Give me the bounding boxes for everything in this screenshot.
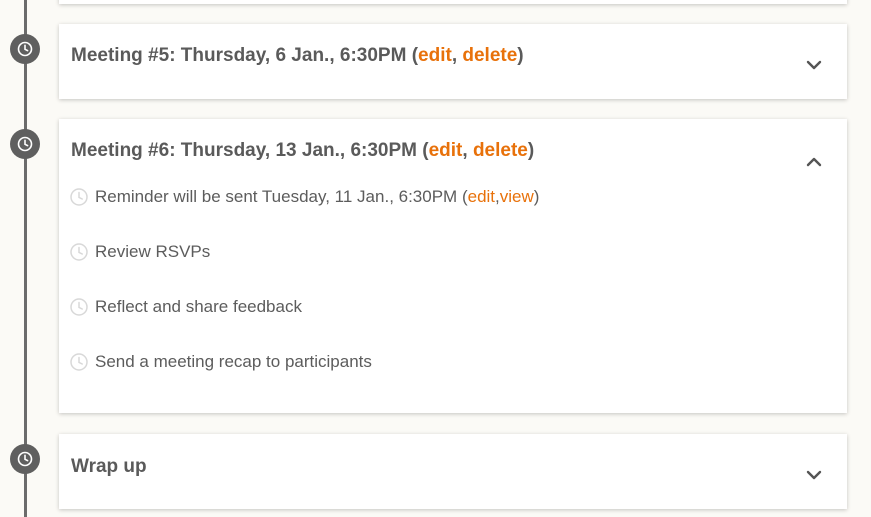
delete-link[interactable]: delete — [462, 45, 517, 66]
task-item-review-rsvps: Review RSVPs — [70, 242, 211, 262]
separator: , — [462, 140, 473, 161]
meeting-title: Meeting #5: Thursday, 6 Jan., 6:30PM (ed… — [71, 45, 524, 67]
meeting-title-text: Meeting #6: Thursday, 13 Jan., 6:30PM ( — [71, 140, 429, 161]
task-text: Reminder will be sent Tuesday, 11 Jan., … — [95, 187, 468, 206]
chevron-down-icon[interactable] — [805, 466, 823, 484]
timeline-line — [24, 0, 27, 517]
clock-icon — [70, 243, 88, 261]
paren-close: ) — [517, 45, 524, 66]
edit-link[interactable]: edit — [418, 45, 452, 66]
task-text: Review RSVPs — [95, 242, 211, 261]
edit-link[interactable]: edit — [429, 140, 463, 161]
clock-icon — [10, 129, 40, 159]
meeting-title-text: Meeting #5: Thursday, 6 Jan., 6:30PM ( — [71, 45, 419, 66]
clock-icon — [10, 34, 40, 64]
wrap-up-card[interactable]: Wrap up — [59, 434, 847, 509]
edit-link[interactable]: edit — [468, 187, 495, 207]
clock-icon — [70, 298, 88, 316]
meeting-card-6[interactable]: Meeting #6: Thursday, 13 Jan., 6:30PM (e… — [59, 119, 847, 413]
delete-link[interactable]: delete — [473, 140, 528, 161]
task-item-feedback: Reflect and share feedback — [70, 297, 302, 317]
task-item-recap: Send a meeting recap to participants — [70, 352, 372, 372]
view-link[interactable]: view — [500, 187, 534, 207]
separator: , — [451, 45, 463, 66]
clock-icon — [70, 353, 88, 371]
task-text: Send a meeting recap to participants — [95, 352, 372, 371]
wrap-up-title: Wrap up — [71, 456, 147, 477]
paren-close: ) — [527, 140, 535, 161]
meeting-card-5[interactable]: Meeting #5: Thursday, 6 Jan., 6:30PM (ed… — [59, 24, 847, 99]
paren-close: ) — [533, 187, 540, 206]
task-item-reminder: Reminder will be sent Tuesday, 11 Jan., … — [70, 187, 540, 207]
meeting-title: Meeting #6: Thursday, 13 Jan., 6:30PM (e… — [71, 140, 534, 162]
chevron-down-icon[interactable] — [805, 56, 823, 74]
clock-icon — [10, 444, 40, 474]
previous-card — [59, 0, 847, 4]
clock-icon — [70, 188, 88, 206]
task-text: Reflect and share feedback — [95, 297, 302, 316]
chevron-up-icon[interactable] — [805, 153, 823, 171]
